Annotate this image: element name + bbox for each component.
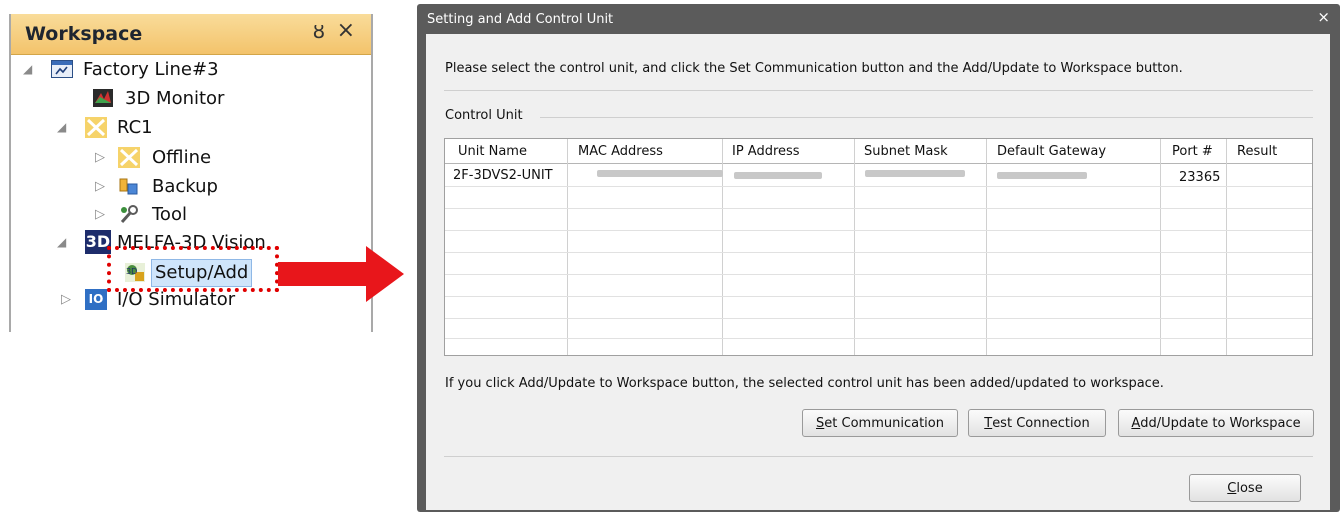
divider	[444, 90, 1313, 91]
tree-item-rc1[interactable]: ◢ RC1	[11, 115, 371, 142]
instruction-text: Please select the control unit, and clic…	[445, 61, 1183, 76]
dialog-title: Setting and Add Control Unit	[427, 12, 614, 27]
set-communication-button[interactable]: Set Communication	[802, 409, 958, 437]
tool-icon	[118, 204, 140, 225]
tree-item-backup[interactable]: ▷ Backup	[11, 174, 371, 201]
close-icon[interactable]: ×	[337, 18, 355, 43]
tree-item-label: Factory Line#3	[83, 59, 219, 80]
group-label: Control Unit	[445, 108, 523, 123]
backup-icon	[118, 176, 140, 197]
column-header-port[interactable]: Port #	[1172, 144, 1213, 159]
column-header-mac-address[interactable]: MAC Address	[578, 144, 663, 159]
column-header-subnet-mask[interactable]: Subnet Mask	[864, 144, 948, 159]
tree-item-3d-monitor[interactable]: 3D Monitor	[11, 86, 371, 113]
collapsed-arrow-icon[interactable]: ▷	[95, 179, 105, 194]
tree-item-label: RC1	[117, 117, 153, 138]
pin-icon[interactable]: ȣ	[313, 19, 325, 43]
column-header-result[interactable]: Result	[1237, 144, 1277, 159]
setting-add-control-unit-dialog: Setting and Add Control Unit × Please se…	[417, 4, 1340, 512]
table-header: Unit Name MAC Address IP Address Subnet …	[445, 139, 1312, 164]
factory-line-icon	[51, 60, 73, 78]
collapsed-arrow-icon[interactable]: ▷	[61, 292, 71, 307]
column-header-unit-name[interactable]: Unit Name	[458, 144, 527, 159]
io-simulator-icon: IO	[85, 289, 107, 310]
expanded-arrow-icon[interactable]: ◢	[57, 120, 66, 134]
close-button[interactable]: Close	[1189, 474, 1301, 502]
callout-arrow-icon	[278, 246, 404, 302]
workspace-title: Workspace	[25, 23, 143, 45]
tree-item-tool[interactable]: ▷ Tool	[11, 202, 371, 229]
cell-subnet-mask-redacted	[865, 170, 965, 177]
cell-ip-address-redacted	[734, 172, 822, 179]
tree-item-label: 3D Monitor	[125, 88, 225, 109]
tree-item-offline[interactable]: ▷ Offline	[11, 145, 371, 172]
highlight-box	[107, 246, 279, 292]
expanded-arrow-icon[interactable]: ◢	[23, 62, 32, 76]
tree-item-label: Tool	[152, 204, 187, 225]
column-header-ip-address[interactable]: IP Address	[732, 144, 800, 159]
control-unit-table[interactable]: Unit Name MAC Address IP Address Subnet …	[444, 138, 1313, 356]
note-text: If you click Add/Update to Workspace but…	[445, 376, 1164, 391]
tree-item-label: Offline	[152, 147, 212, 168]
workspace-header: Workspace ȣ ×	[11, 14, 371, 55]
tree-item-label: Backup	[152, 176, 218, 197]
offline-icon	[118, 147, 140, 168]
cell-mac-address-redacted	[597, 170, 723, 177]
tree-item-label: I/O Simulator	[117, 289, 236, 310]
dialog-body: Please select the control unit, and clic…	[426, 34, 1330, 510]
group-divider	[540, 117, 1313, 118]
tree-item-factory-line[interactable]: ◢ Factory Line#3	[11, 57, 371, 84]
dialog-close-icon[interactable]: ×	[1317, 8, 1330, 26]
collapsed-arrow-icon[interactable]: ▷	[95, 150, 105, 165]
cell-port: 23365	[1179, 170, 1221, 185]
cell-gateway-redacted	[997, 172, 1087, 179]
column-header-default-gateway[interactable]: Default Gateway	[997, 144, 1106, 159]
table-row[interactable]: 2F-3DVS2-UNIT 23365	[445, 164, 1312, 186]
cell-unit-name: 2F-3DVS2-UNIT	[453, 168, 553, 183]
divider	[444, 456, 1313, 457]
robot-controller-icon	[85, 117, 107, 138]
add-update-to-workspace-button[interactable]: Add/Update to Workspace	[1118, 409, 1314, 437]
test-connection-button[interactable]: Test Connection	[968, 409, 1106, 437]
3d-monitor-icon	[92, 88, 114, 109]
collapsed-arrow-icon[interactable]: ▷	[95, 207, 105, 222]
expanded-arrow-icon[interactable]: ◢	[57, 235, 66, 249]
